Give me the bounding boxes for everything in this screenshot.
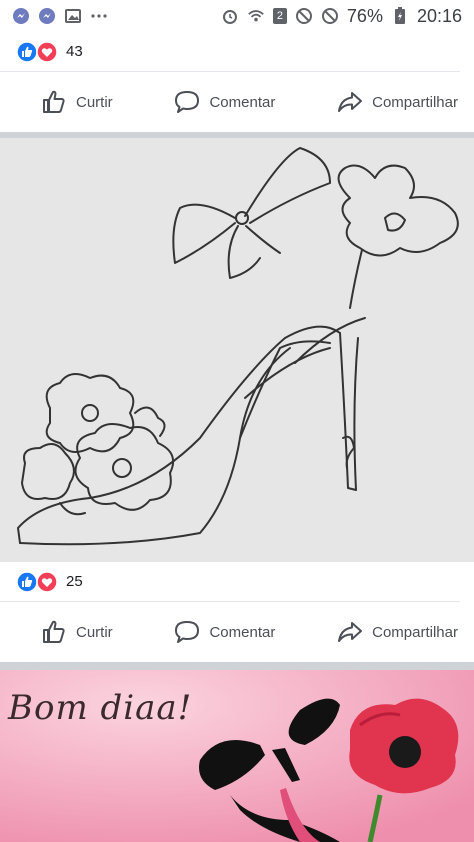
share-icon [338, 622, 363, 642]
post-footer-2: 25 Curtir Comentar Compartilhar [0, 562, 474, 662]
like-reaction-icon [16, 40, 38, 63]
like-reaction-icon [16, 570, 38, 593]
alarm-icon [221, 7, 239, 25]
share-icon [338, 92, 363, 112]
post-footer-1: 43 Curtir Comentar Compartilhar [0, 32, 474, 132]
like-label: Curtir [76, 93, 113, 111]
post-actions: Curtir Comentar Compartilhar [0, 72, 474, 132]
blocked-icon [321, 7, 339, 25]
post-image-shoe-sketch[interactable] [0, 138, 474, 562]
thumbs-up-icon [43, 620, 65, 643]
comment-icon [175, 91, 200, 113]
sim-2-icon: 2 [272, 8, 287, 24]
image-icon [64, 7, 82, 25]
share-label: Compartilhar [372, 93, 458, 111]
like-label: Curtir [76, 623, 113, 641]
comment-label: Comentar [209, 623, 276, 641]
sim-badge-label: 2 [276, 10, 283, 22]
do-not-disturb-icon [295, 7, 313, 25]
shoe-sketch-drawing [0, 138, 474, 562]
status-bar-right: 2 76% 20:16 [221, 6, 462, 27]
messenger-notification-icon-2 [38, 7, 56, 25]
like-button[interactable]: Curtir [40, 88, 113, 116]
comment-icon [175, 621, 200, 643]
reaction-summary[interactable]: 43 [0, 32, 460, 72]
reaction-count: 43 [66, 43, 83, 60]
share-button[interactable]: Compartilhar [336, 618, 458, 646]
love-reaction-icon [36, 40, 58, 63]
battery-percent: 76% [346, 5, 383, 26]
wifi-icon [247, 7, 265, 25]
clock-time: 20:16 [416, 5, 462, 26]
post-actions-2: Curtir Comentar Compartilhar [0, 602, 474, 662]
love-reaction-icon [36, 570, 58, 593]
like-button[interactable]: Curtir [40, 618, 113, 646]
comment-label: Comentar [209, 93, 276, 111]
comment-button[interactable]: Comentar [173, 618, 275, 646]
more-icon [90, 7, 108, 25]
thumbs-up-icon [43, 90, 65, 113]
reaction-summary-2[interactable]: 25 [0, 562, 460, 602]
reaction-count: 25 [66, 573, 83, 590]
post-image-bom-dia[interactable]: Bom diaa! [0, 670, 474, 842]
status-bar-left [12, 7, 108, 25]
share-button[interactable]: Compartilhar [336, 88, 458, 116]
status-bar: 2 76% 20:16 [0, 0, 474, 32]
messenger-notification-icon [12, 7, 30, 25]
battery-icon [391, 7, 409, 25]
comment-button[interactable]: Comentar [173, 88, 275, 116]
bom-dia-caption: Bom diaa! [8, 688, 193, 728]
share-label: Compartilhar [372, 623, 458, 641]
